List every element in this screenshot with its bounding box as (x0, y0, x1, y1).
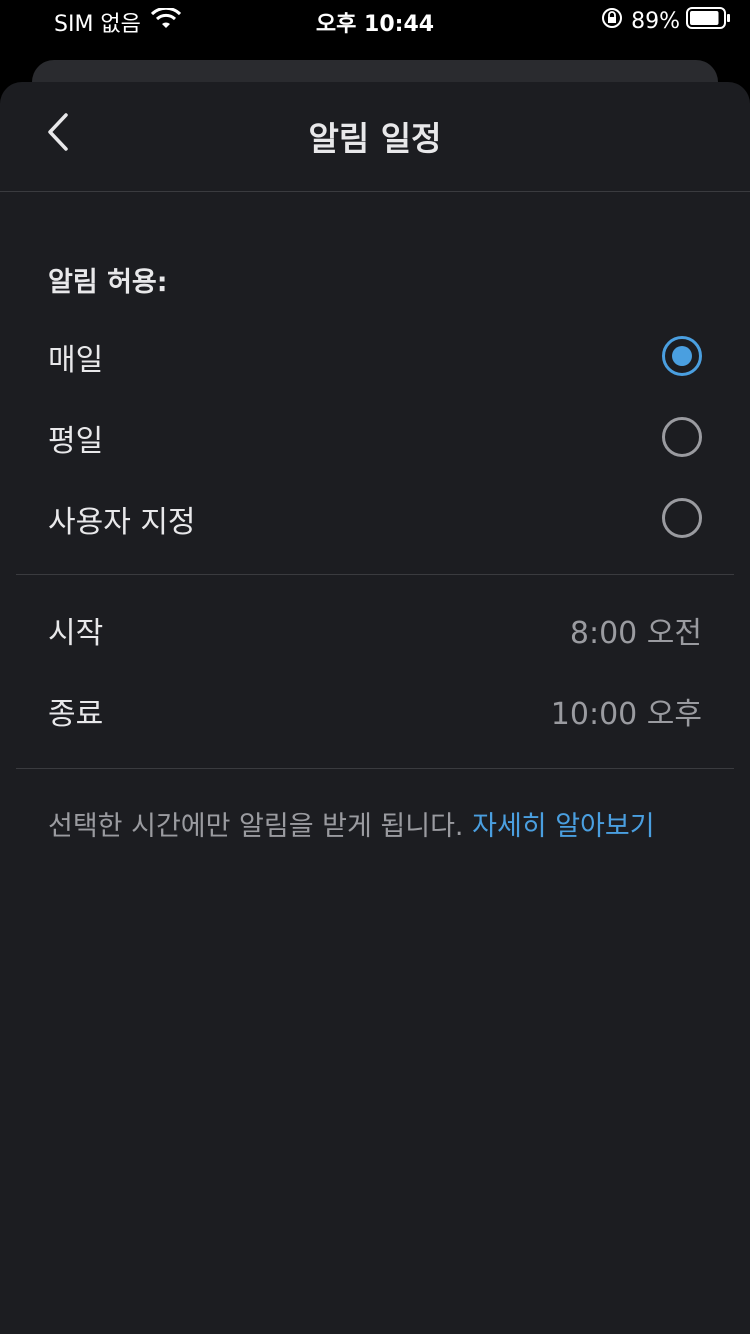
footer-note: 선택한 시간에만 알림을 받게 됩니다. 자세히 알아보기 (48, 804, 655, 843)
start-time-label: 시작 (48, 616, 104, 651)
learn-more-link[interactable]: 자세히 알아보기 (472, 811, 654, 842)
allow-notifications-label: 알림 허용: (48, 267, 168, 298)
start-time-row[interactable]: 시작 8:00 오전 (0, 592, 750, 672)
footer-text: 선택한 시간에만 알림을 받게 됩니다. (48, 811, 464, 842)
option-weekdays[interactable]: 평일 (0, 398, 750, 478)
status-bar: SIM 없음 오후 10:44 89% (0, 0, 750, 42)
radio-dot (672, 346, 692, 366)
battery-icon (686, 6, 732, 36)
battery-percent: 89% (631, 8, 680, 34)
option-label: 평일 (48, 424, 104, 459)
option-every-day[interactable]: 매일 (0, 317, 750, 397)
start-time-value: 8:00 오전 (569, 616, 702, 651)
page-title: 알림 일정 (308, 119, 442, 158)
option-custom[interactable]: 사용자 지정 (0, 479, 750, 559)
end-time-value: 10:00 오후 (550, 697, 702, 732)
radio-button[interactable] (662, 417, 702, 457)
divider (16, 574, 734, 575)
nav-bar: 알림 일정 (0, 82, 750, 192)
status-right: 89% (601, 6, 732, 36)
option-label: 사용자 지정 (48, 505, 196, 540)
notification-schedule-sheet: 알림 일정 알림 허용: 매일 평일 사용자 지정 시작 8:00 오전 종료 … (0, 82, 750, 1334)
radio-button-selected[interactable] (662, 336, 702, 376)
option-label: 매일 (48, 343, 104, 378)
end-time-row[interactable]: 종료 10:00 오후 (0, 673, 750, 753)
divider (16, 768, 734, 769)
orientation-lock-icon (601, 7, 623, 35)
end-time-label: 종료 (48, 697, 104, 732)
radio-button[interactable] (662, 498, 702, 538)
